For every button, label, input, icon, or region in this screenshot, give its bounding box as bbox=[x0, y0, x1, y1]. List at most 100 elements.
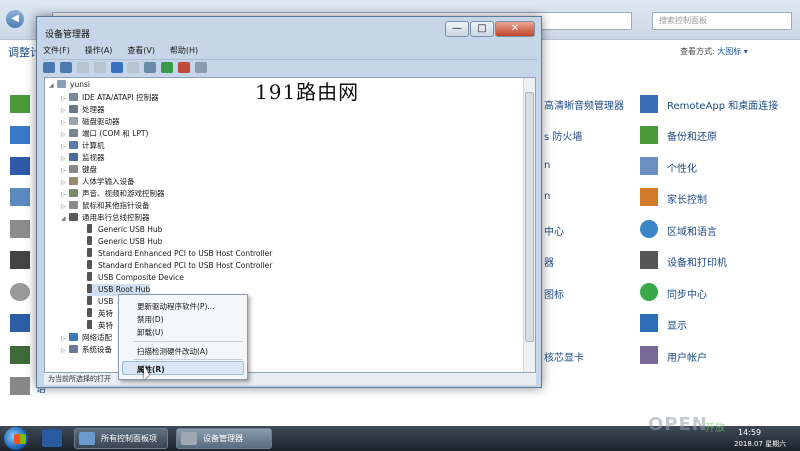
taskbar-device-manager[interactable]: 设备管理器 bbox=[176, 428, 272, 449]
tree-item[interactable]: ▷ 鼠标和其他指针设备 bbox=[61, 200, 150, 212]
taskbar-control-panel[interactable]: 所有控制面板项 bbox=[74, 428, 168, 449]
view-by-control[interactable]: 查看方式: 大图标 ▾ bbox=[680, 46, 748, 57]
cp-right-label-5[interactable]: 区域和语言 bbox=[667, 223, 717, 238]
cp-right-label-3[interactable]: 个性化 bbox=[667, 160, 697, 175]
ide-controller-icon bbox=[69, 93, 78, 101]
tree-item[interactable]: ▷ 计算机 bbox=[61, 140, 105, 152]
cp-mid-label-4[interactable]: n bbox=[544, 191, 550, 202]
cp-mid-label-8[interactable]: 核芯显卡 bbox=[544, 349, 584, 364]
cp-right-label-4[interactable]: 家长控制 bbox=[667, 191, 707, 206]
ie-pinned-icon[interactable] bbox=[42, 429, 62, 447]
tree-item[interactable]: ▷ 磁盘驱动器 bbox=[61, 116, 120, 128]
clock-time[interactable]: 14:59 bbox=[738, 428, 761, 437]
maximize-button[interactable]: □ bbox=[470, 21, 494, 37]
grid-icon[interactable] bbox=[127, 62, 140, 73]
tree-item[interactable]: Generic USB Hub bbox=[87, 236, 162, 248]
menu-item-scan-hardware[interactable]: 扫描检测硬件改动(A) bbox=[137, 346, 208, 357]
tree-item[interactable]: 英特 bbox=[87, 308, 113, 320]
cp-right-label-8[interactable]: 显示 bbox=[667, 317, 687, 332]
tree-item[interactable]: ▷ 网络适配 bbox=[61, 332, 112, 344]
brand-watermark: OPEN bbox=[648, 414, 708, 435]
tree-item[interactable]: ▷ 声音、视频和游戏控制器 bbox=[61, 188, 165, 200]
menu-item-update-driver[interactable]: 更新驱动程序软件(P)... bbox=[137, 301, 215, 312]
display-icon[interactable] bbox=[640, 314, 658, 332]
scan-hardware-icon[interactable] bbox=[144, 62, 157, 73]
close-button[interactable]: ✕ bbox=[495, 21, 535, 37]
cp-mid-label-6[interactable]: 器 bbox=[544, 254, 554, 269]
tree-item[interactable]: Generic USB Hub bbox=[87, 224, 162, 236]
backup-icon[interactable] bbox=[640, 126, 658, 144]
system-device-icon bbox=[69, 345, 78, 353]
properties-icon[interactable] bbox=[76, 62, 89, 73]
clock-date[interactable]: 2018.07 星期六 bbox=[734, 439, 786, 449]
cp-left-icon-9[interactable] bbox=[10, 346, 30, 364]
cp-right-label-2[interactable]: 备份和还原 bbox=[667, 128, 717, 143]
cp-mid-label-1[interactable]: 高清晰音频管理器 bbox=[544, 97, 624, 112]
sync-center-icon[interactable] bbox=[640, 283, 658, 301]
computer-category-icon bbox=[69, 141, 78, 149]
microphone-icon[interactable] bbox=[10, 377, 30, 395]
menu-item-uninstall[interactable]: 卸载(U) bbox=[137, 327, 163, 338]
tree-item[interactable]: ▷ 人体学输入设备 bbox=[61, 176, 135, 188]
minimize-button[interactable]: — bbox=[445, 21, 469, 37]
tree-root[interactable]: ◢ yunsi bbox=[49, 79, 90, 91]
tree-item[interactable]: ▷ 监视器 bbox=[61, 152, 105, 164]
cp-left-icon-4[interactable] bbox=[10, 188, 30, 206]
devices-printers-icon[interactable] bbox=[640, 251, 658, 269]
cp-left-icon-7[interactable] bbox=[10, 283, 30, 301]
tree-item[interactable]: ▷ 键盘 bbox=[61, 164, 97, 176]
cp-left-icon-1[interactable] bbox=[10, 95, 30, 113]
tree-item[interactable]: USB Composite Device bbox=[87, 272, 184, 284]
tree-item[interactable]: ▷ IDE ATA/ATAPI 控制器 bbox=[61, 92, 159, 104]
menu-file[interactable]: 文件(F) bbox=[43, 46, 70, 55]
cp-mid-label-7[interactable]: 图标 bbox=[544, 286, 564, 301]
cp-left-icon-3[interactable] bbox=[10, 157, 30, 175]
tree-item[interactable]: USB bbox=[87, 296, 113, 308]
menu-view[interactable]: 查看(V) bbox=[127, 46, 155, 55]
hid-icon bbox=[69, 177, 78, 185]
vertical-scrollbar[interactable] bbox=[523, 78, 535, 372]
tree-item-usb-controllers[interactable]: ◢ 通用串行总线控制器 bbox=[61, 212, 150, 224]
cp-left-icon-2[interactable] bbox=[10, 126, 30, 144]
start-button[interactable] bbox=[4, 427, 28, 450]
menu-item-disable[interactable]: 禁用(D) bbox=[137, 314, 164, 325]
cp-right-label-9[interactable]: 用户帐户 bbox=[667, 349, 707, 364]
region-language-icon[interactable] bbox=[640, 220, 658, 238]
search-input[interactable]: 搜索控制面板 bbox=[652, 12, 792, 30]
view-by-value[interactable]: 大图标 ▾ bbox=[717, 47, 748, 56]
tree-item[interactable]: ▷ 系统设备 bbox=[61, 344, 112, 356]
cp-mid-label-2[interactable]: s 防火墙 bbox=[544, 128, 582, 143]
menu-help[interactable]: 帮助(H) bbox=[170, 46, 198, 55]
remote-desktop-icon[interactable] bbox=[640, 95, 658, 113]
cp-mid-label-3[interactable]: n bbox=[544, 160, 550, 171]
user-accounts-icon[interactable] bbox=[640, 346, 658, 364]
toolbar bbox=[43, 59, 537, 75]
tree-item[interactable]: Standard Enhanced PCI to USB Host Contro… bbox=[87, 260, 272, 272]
tree-item[interactable]: Standard Enhanced PCI to USB Host Contro… bbox=[87, 248, 272, 260]
cp-right-label-1[interactable]: RemoteApp 和桌面连接 bbox=[667, 97, 778, 112]
forward-icon[interactable] bbox=[59, 62, 72, 73]
personalization-icon[interactable] bbox=[640, 157, 658, 175]
disable-icon[interactable] bbox=[194, 62, 207, 73]
back-icon[interactable] bbox=[43, 62, 55, 73]
cp-right-label-7[interactable]: 同步中心 bbox=[667, 286, 707, 301]
update-driver-icon[interactable] bbox=[161, 62, 174, 73]
cp-left-icon-5[interactable] bbox=[10, 220, 30, 238]
cp-mid-label-5[interactable]: 中心 bbox=[544, 223, 564, 238]
menu-item-properties[interactable]: 属性(R) bbox=[137, 364, 165, 375]
menu-bar: 文件(F) 操作(A) 查看(V) 帮助(H) bbox=[43, 45, 537, 59]
cp-left-icon-6[interactable] bbox=[10, 251, 30, 269]
scrollbar-thumb[interactable] bbox=[525, 92, 534, 342]
uninstall-icon[interactable] bbox=[178, 62, 190, 73]
list-icon[interactable] bbox=[93, 62, 106, 73]
help-icon[interactable] bbox=[110, 62, 123, 73]
computer-icon bbox=[57, 80, 66, 88]
tree-item[interactable]: ▷ 端口 (COM 和 LPT) bbox=[61, 128, 148, 140]
cp-right-label-6[interactable]: 设备和打印机 bbox=[667, 254, 727, 269]
back-arrow-icon[interactable]: ◀ bbox=[6, 10, 24, 28]
tree-item[interactable]: ▷ 处理器 bbox=[61, 104, 105, 116]
cp-left-icon-8[interactable] bbox=[10, 314, 30, 332]
parental-controls-icon[interactable] bbox=[640, 188, 658, 206]
tree-item[interactable]: 英特 bbox=[87, 320, 113, 332]
menu-action[interactable]: 操作(A) bbox=[85, 46, 113, 55]
